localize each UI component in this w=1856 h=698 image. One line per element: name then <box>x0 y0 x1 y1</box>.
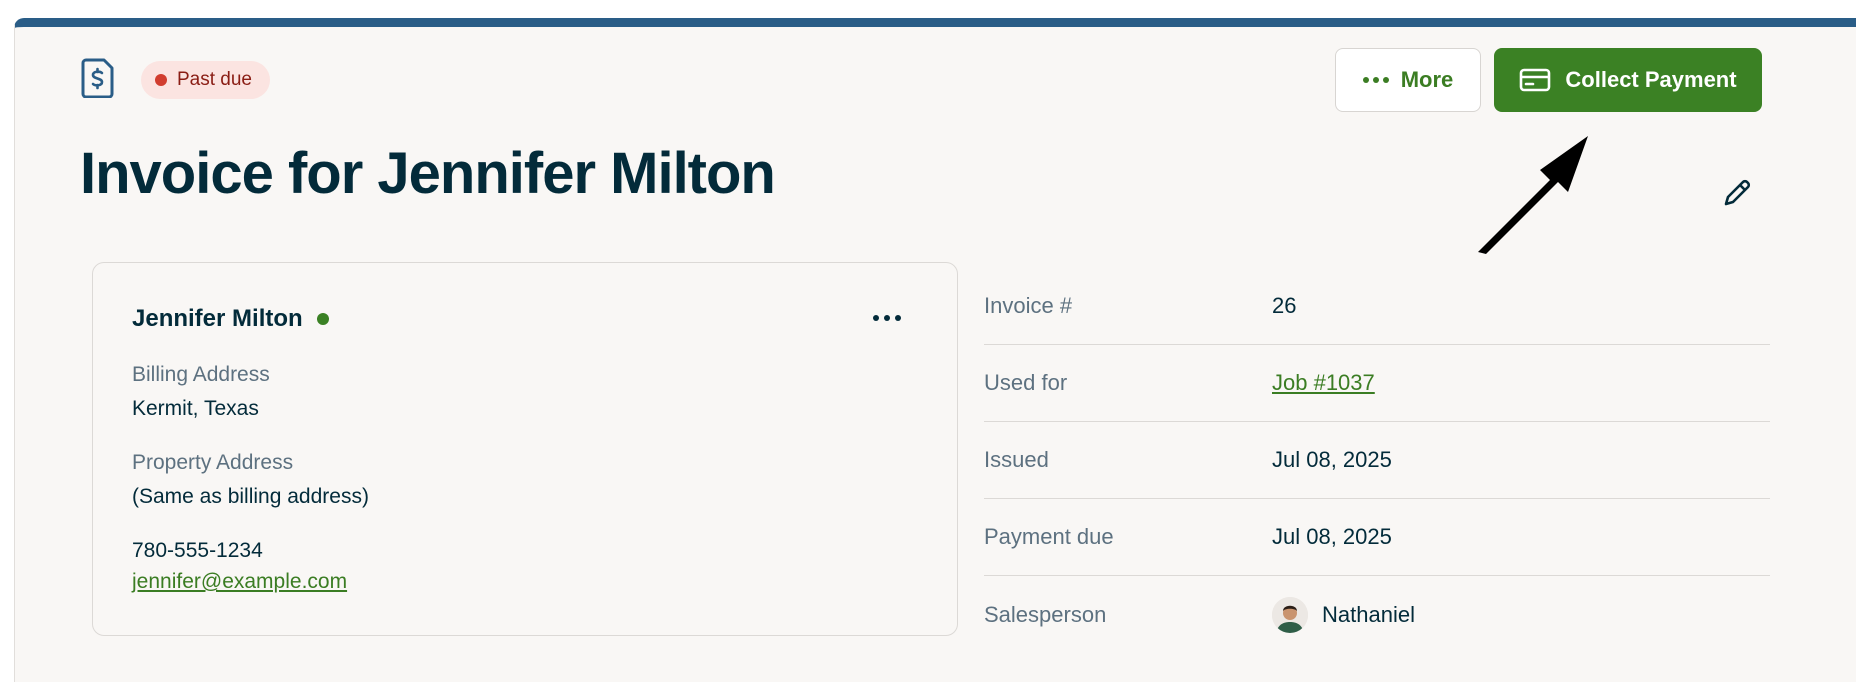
active-status-icon <box>316 313 329 325</box>
status-badge: Past due <box>141 61 270 99</box>
detail-value-wrap: Job #1037 <box>1272 370 1375 396</box>
avatar-person-icon <box>1272 596 1308 633</box>
client-email-link[interactable]: jennifer@example.com <box>132 570 347 594</box>
client-name-text: Jennifer Milton <box>132 305 303 332</box>
collect-payment-label: Collect Payment <box>1565 67 1737 92</box>
invoice-details: Invoice # 26 Used for Job #1037 Issued J… <box>984 268 1770 653</box>
detail-row-invoice-number: Invoice # 26 <box>984 268 1770 345</box>
client-card: Jennifer Milton Billing Address Kermit, … <box>92 262 958 636</box>
more-button[interactable]: More <box>1335 48 1481 112</box>
detail-row-used-for: Used for Job #1037 <box>984 345 1770 422</box>
salesperson-name: Nathaniel <box>1322 601 1415 627</box>
detail-row-salesperson: Salesperson Nathaniel <box>984 576 1770 653</box>
detail-row-payment-due: Payment due Jul 08, 2025 <box>984 499 1770 576</box>
annotation-arrow-icon <box>1478 136 1588 254</box>
detail-label: Used for <box>984 370 1068 395</box>
billing-address-label: Billing Address <box>132 363 270 386</box>
detail-value: Jul 08, 2025 <box>1272 524 1392 549</box>
job-link[interactable]: Job #1037 <box>1272 370 1375 396</box>
billing-address-value: Kermit, Texas <box>132 397 259 420</box>
detail-value: 26 <box>1272 293 1297 318</box>
detail-label: Invoice # <box>984 293 1073 318</box>
detail-row-issued: Issued Jul 08, 2025 <box>984 422 1770 499</box>
detail-label: Payment due <box>984 524 1114 549</box>
pencil-icon[interactable] <box>1720 176 1754 210</box>
property-address-label: Property Address <box>132 451 294 474</box>
client-name[interactable]: Jennifer Milton <box>132 305 329 333</box>
client-phone: 780-555-1234 <box>132 539 263 562</box>
more-label: More <box>1400 67 1454 92</box>
detail-value: Jul 08, 2025 <box>1272 447 1392 472</box>
page-title: Invoice for Jennifer Milton <box>80 141 776 206</box>
status-dot-icon <box>155 74 167 86</box>
detail-label: Issued <box>984 447 1049 472</box>
avatar <box>1272 596 1308 633</box>
collect-payment-button[interactable]: Collect Payment <box>1494 48 1762 112</box>
invoice-dollar-icon <box>81 58 114 98</box>
detail-label: Salesperson <box>984 601 1107 627</box>
status-label: Past due <box>177 69 252 90</box>
ellipsis-icon[interactable] <box>873 315 901 321</box>
credit-card-icon <box>1520 68 1551 92</box>
property-address-value: (Same as billing address) <box>132 485 369 508</box>
more-dots-icon <box>1362 77 1389 83</box>
detail-value-wrap: Nathaniel <box>1272 596 1415 633</box>
